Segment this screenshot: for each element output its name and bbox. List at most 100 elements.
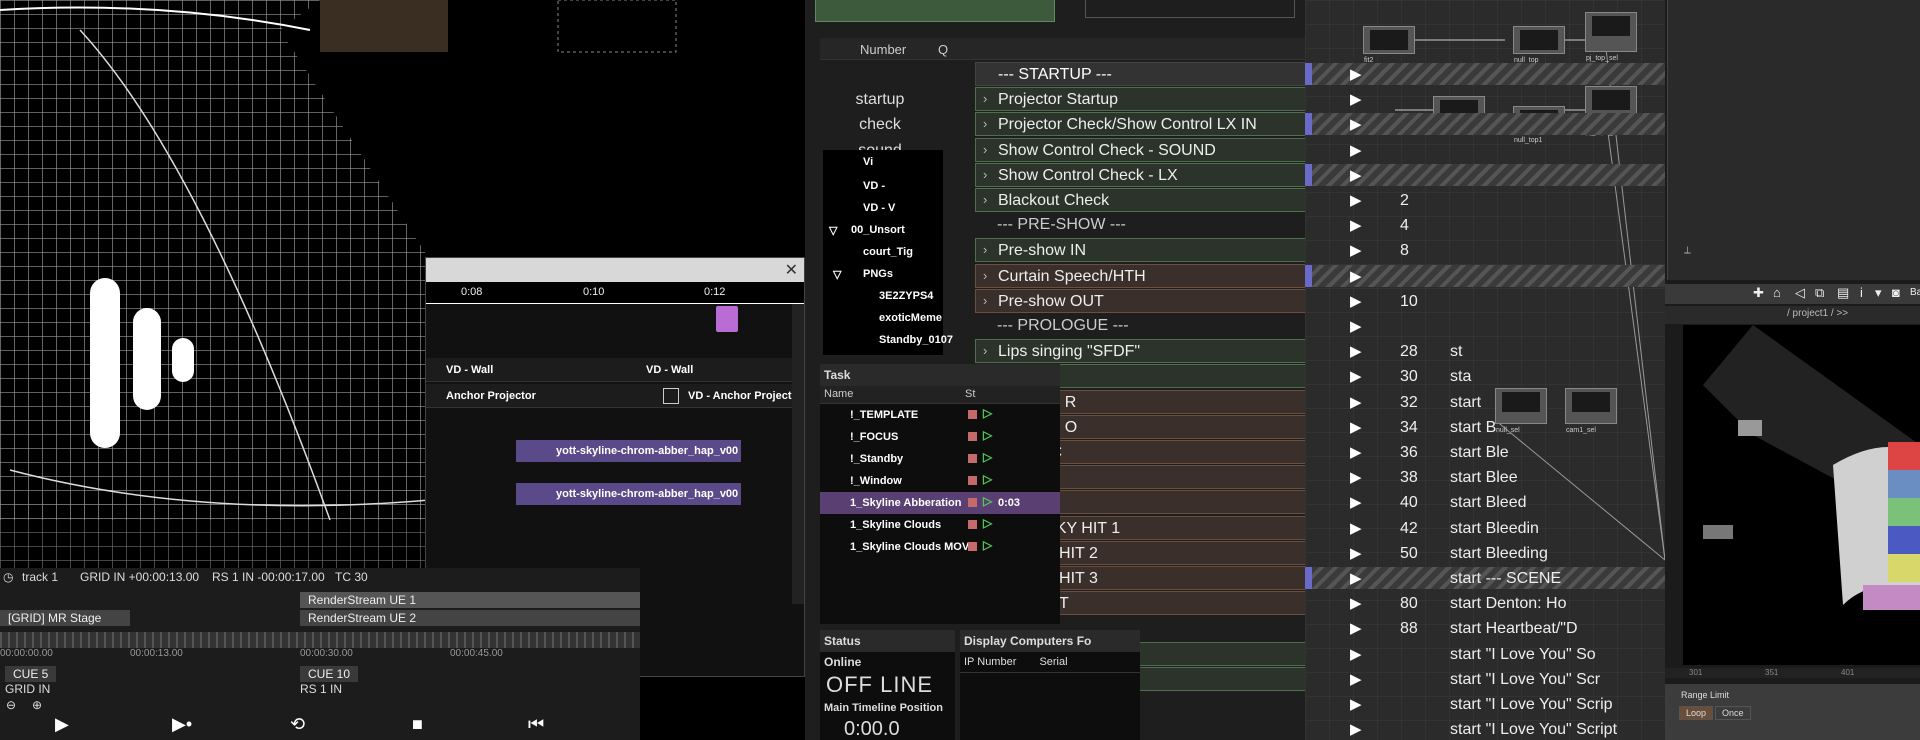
timeline-scrollbar[interactable] <box>792 304 804 604</box>
stop-icon[interactable] <box>968 476 977 485</box>
play-icon[interactable]: ▶ <box>1350 393 1362 411</box>
play-icon[interactable]: ▶ <box>1350 317 1362 335</box>
play-icon[interactable]: ▷ <box>983 472 992 486</box>
tree-item[interactable]: VD - V <box>863 202 895 214</box>
play-icon[interactable]: ▶ <box>1350 166 1362 184</box>
runtime-row[interactable]: ▶ 34 start B <box>1340 415 1650 440</box>
play-icon[interactable]: ▷ <box>983 494 992 508</box>
stop-icon[interactable] <box>968 542 977 551</box>
stop-icon[interactable] <box>968 454 977 463</box>
timeline-ruler[interactable]: 0:08 0:10 0:12 <box>426 282 804 304</box>
runtime-row[interactable]: ▶ 80 start Denton: Ho <box>1340 591 1650 616</box>
chevron-right-icon[interactable]: › <box>983 293 987 308</box>
runtime-row[interactable]: ▶ <box>1340 314 1650 339</box>
layer-row[interactable]: Anchor Projector VD - Anchor Projecto <box>426 384 804 408</box>
copy-icon[interactable]: ⧉ <box>1815 285 1824 301</box>
viewer-top-pane[interactable]: ⟂ <box>1667 0 1920 280</box>
time-scale[interactable] <box>0 632 640 648</box>
network-path[interactable]: / project1 / >> <box>1665 306 1920 324</box>
play-icon[interactable]: ▶ <box>1350 115 1362 133</box>
runtime-row[interactable]: ▶ <box>1340 112 1650 137</box>
chevron-right-icon[interactable]: › <box>983 268 987 283</box>
loop-icon[interactable]: ⟲ <box>290 714 305 735</box>
chevron-right-icon[interactable]: › <box>983 343 987 358</box>
runtime-row[interactable]: ▶ 50 start Bleeding <box>1340 541 1650 566</box>
cue-q-cell[interactable]: › Pre-show IN <box>975 238 1315 263</box>
chevron-right-icon[interactable]: › <box>983 116 987 131</box>
cue-q-cell[interactable]: --- PRE-SHOW --- <box>975 213 1315 237</box>
cue-q-cell[interactable]: › Projector Check/Show Control LX IN <box>975 112 1315 137</box>
runtime-row[interactable]: ▶ start "I Love You" So <box>1340 642 1650 667</box>
runtime-row[interactable]: ▶ 2 <box>1340 188 1650 213</box>
clipboard-icon[interactable]: ▤ <box>1837 285 1849 301</box>
tree-expand-icon[interactable]: ▽ <box>833 268 841 281</box>
tree-item[interactable]: exoticMeme <box>879 312 942 324</box>
cue-marker[interactable]: CUE 5 <box>5 666 57 682</box>
runtime-row[interactable]: ▶ 8 <box>1340 238 1650 263</box>
stop-icon[interactable] <box>968 520 977 529</box>
runtime-row[interactable]: ▶ 28 st <box>1340 339 1650 364</box>
play-icon[interactable]: ▶ <box>1350 519 1362 537</box>
play-icon[interactable]: ▷ <box>983 450 992 464</box>
play-icon[interactable]: ▶ <box>1350 367 1362 385</box>
runtime-row[interactable]: ▶ 88 start Heartbeat/"D <box>1340 616 1650 641</box>
layer-checkbox[interactable] <box>663 388 679 404</box>
task-row[interactable]: 1_Skyline Clouds MOV ▷ <box>820 536 1060 558</box>
video-clip[interactable]: yott-skyline-chrom-abber_hap_v00 <box>516 440 741 462</box>
renderstream-bar[interactable]: RenderStream UE 1 <box>300 592 640 608</box>
runtime-row[interactable]: ▶ <box>1340 138 1650 163</box>
add-icon[interactable]: ✚ <box>1753 285 1764 301</box>
renderstream-bar[interactable]: RenderStream UE 2 <box>300 610 640 626</box>
play-icon[interactable]: ▶ <box>1350 443 1362 461</box>
play-icon[interactable]: ▶ <box>1350 241 1362 259</box>
loop-button[interactable]: Loop <box>1679 706 1714 720</box>
play-icon[interactable]: ▶ <box>1350 468 1362 486</box>
camera-icon[interactable]: ◙ <box>1892 285 1900 300</box>
task-row[interactable]: !_Standby ▷ <box>820 448 1060 470</box>
play-icon[interactable]: ▶ <box>1350 670 1362 688</box>
runtime-row[interactable]: ▶ 32 start <box>1340 390 1650 415</box>
play-icon[interactable]: ▶ <box>1350 191 1362 209</box>
play-icon[interactable]: ▶ <box>1350 569 1362 587</box>
play-icon[interactable]: ▶ <box>1350 544 1362 562</box>
media-tree[interactable]: Vi VD - VD - V ▽ 00_Unsort court_Tig ▽ P… <box>823 150 953 355</box>
runtime-row[interactable]: ▶ 36 start Ble <box>1340 440 1650 465</box>
chevron-right-icon[interactable]: › <box>983 192 987 207</box>
tree-item[interactable]: VD - <box>863 180 885 192</box>
runtime-row[interactable]: ▶ <box>1340 87 1650 112</box>
play-to-end-icon[interactable]: ▶• <box>172 714 192 735</box>
play-icon[interactable]: ▶ <box>1350 267 1362 285</box>
node-null-top[interactable]: null_top <box>1513 26 1565 64</box>
cue-row[interactable]: --- STARTUP --- <box>820 62 1315 87</box>
play-icon[interactable]: ▶ <box>1350 292 1362 310</box>
stop-icon[interactable]: ■ <box>412 714 423 735</box>
play-icon[interactable]: ▶ <box>1350 720 1362 738</box>
play-icon[interactable]: ▶ <box>1350 695 1362 713</box>
cue-row[interactable]: startup › Projector Startup <box>820 87 1315 112</box>
layer-row[interactable]: VD - Wall VD - Wall <box>426 358 804 382</box>
info-icon[interactable]: i <box>1860 285 1863 300</box>
chevron-right-icon[interactable]: › <box>983 242 987 257</box>
play-icon[interactable]: ▶ <box>1350 493 1362 511</box>
runtime-row[interactable]: ▶ 42 start Bleedin <box>1340 516 1650 541</box>
cue-marker[interactable]: CUE 10 <box>300 666 359 682</box>
playhead-pause-icon[interactable] <box>716 306 738 332</box>
node-fit2[interactable]: fit2 <box>1363 26 1415 64</box>
play-icon[interactable]: ▶ <box>1350 65 1362 83</box>
runtime-row[interactable]: ▶ 4 <box>1340 213 1650 238</box>
frame-ruler[interactable]: 301 351 401 <box>1665 668 1920 678</box>
cue-q-cell[interactable]: › Show Control Check - LX <box>975 162 1315 187</box>
cue-q-cell[interactable]: › Curtain Speech/HTH <box>975 263 1315 288</box>
task-row[interactable]: !_TEMPLATE ▷ <box>820 404 1060 426</box>
runtime-row[interactable]: ▶ <box>1340 264 1650 289</box>
play-icon[interactable]: ▶ <box>1350 216 1362 234</box>
runtime-row[interactable]: ▶ <box>1340 163 1650 188</box>
play-icon[interactable]: ▶ <box>55 714 69 735</box>
runtime-row[interactable]: ▶ start "I Love You" Scrip <box>1340 692 1650 717</box>
runtime-row[interactable]: ▶ <box>1340 62 1650 87</box>
runtime-row[interactable]: ▶ 30 sta <box>1340 364 1650 389</box>
tree-item[interactable]: court_Tig <box>863 246 913 258</box>
grid-bar[interactable]: [GRID] MR Stage <box>0 610 130 626</box>
play-icon[interactable]: ▶ <box>1350 594 1362 612</box>
task-row[interactable]: 1_Skyline Abberation ▷ 0:03 <box>820 492 1060 514</box>
